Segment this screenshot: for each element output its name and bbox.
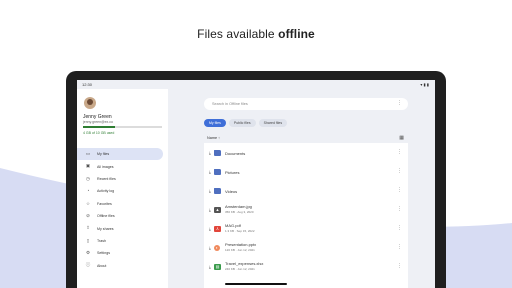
list-header: Name ↑ ▦ (204, 133, 408, 143)
offline-pin-icon: ⤓ (209, 245, 211, 250)
sidebar-item-offline-files[interactable]: ⊘ Offline files (77, 210, 163, 222)
folder-icon (214, 168, 221, 175)
offline-pin-icon: ⤓ (209, 226, 211, 231)
storage-fill (83, 126, 115, 128)
info-icon: ⓘ (85, 262, 91, 268)
user-email: jenny.green@ex.co (83, 120, 113, 124)
xls-icon: ▤ (214, 263, 221, 270)
sidebar-item-recent-files[interactable]: ◷ Recent files (77, 173, 163, 185)
share-icon: ⇪ (86, 225, 90, 231)
status-bar: 12:30 ▾ ▮ ▮ (77, 80, 435, 89)
sidebar-item-label: All images (97, 164, 114, 169)
storage-text: 4 GB of 10 GB used (83, 131, 115, 135)
row-more-icon[interactable]: ⋮ (397, 149, 402, 155)
headline-bold: offline (278, 27, 315, 41)
filter-chips: My files Public files Shared files (204, 119, 288, 127)
image-icon: ▲ (214, 206, 221, 213)
avatar[interactable] (84, 97, 96, 109)
sidebar-item-about[interactable]: ⓘ About (77, 260, 163, 272)
sort-button[interactable]: Name ↑ (207, 136, 220, 140)
sidebar-item-all-images[interactable]: ▣ All images (77, 160, 163, 172)
ppt-icon: ◐ (214, 244, 220, 251)
sidebar: Jenny Green jenny.green@ex.co 4 GB of 10… (77, 89, 168, 288)
folder-icon (214, 149, 221, 156)
sidebar-item-label: Favorites (97, 201, 112, 206)
file-name: Travel_expenses.xlsx (225, 261, 264, 266)
file-row[interactable]: ⤓ ▲ Amsterdam.jpg 356 KB · Aug 3, 2020 ⋮ (204, 200, 408, 219)
file-row[interactable]: ⤓ Videos ⋮ (204, 181, 408, 200)
sidebar-item-my-files[interactable]: ▭ My files (77, 148, 163, 161)
folder-icon: ▭ (85, 150, 91, 156)
row-more-icon[interactable]: ⋮ (397, 206, 402, 212)
recent-icon: ◷ (86, 175, 90, 181)
row-more-icon[interactable]: ⋮ (397, 225, 402, 231)
offline-pin-icon: ⤓ (209, 264, 211, 269)
file-row[interactable]: ⤓ Documents ⋮ (204, 143, 408, 162)
chip-public-files[interactable]: Public files (228, 119, 256, 127)
file-meta: 1.3 KB · Sep 15, 2022 (225, 229, 255, 233)
home-indicator (225, 283, 287, 285)
app-screen: 12:30 ▾ ▮ ▮ Jenny Green jenny.green@ex.c… (77, 80, 435, 288)
sidebar-item-activity-log[interactable]: ◔ Activity log (77, 185, 163, 197)
image-icon: ▣ (85, 163, 91, 169)
sidebar-item-label: Recent files (97, 176, 116, 181)
pdf-icon: ⅄ (214, 225, 221, 232)
search-placeholder: Search in Offline files (212, 102, 248, 106)
file-row[interactable]: ⤓ ▤ Travel_expenses.xlsx 240 KB · Jun 12, 2… (204, 257, 408, 276)
status-icons: ▾ ▮ ▮ (420, 82, 429, 87)
file-row[interactable]: ⤓ Pictures ⋮ (204, 162, 408, 181)
file-row[interactable]: ⤓ ⅄ MAG.pdf 1.3 KB · Sep 15, 2022 ⋮ (204, 219, 408, 238)
offline-pin-icon: ⤓ (209, 169, 211, 174)
chip-shared-files[interactable]: Shared files (258, 119, 288, 127)
search-bar[interactable]: Search in Offline files ⋮ (204, 98, 408, 110)
file-list: ⤓ Documents ⋮ ⤓ Pictures ⋮ ⤓ Videos ⋮ ⤓ ▲ Amsterdam… (204, 143, 408, 288)
file-name: Amsterdam.jpg (225, 204, 252, 209)
headline-prefix: Files available (197, 27, 275, 41)
file-name: Videos (225, 188, 238, 194)
sidebar-item-settings[interactable]: ⚙ Settings (77, 247, 163, 259)
offline-icon: ⊘ (86, 212, 90, 218)
sidebar-item-favorites[interactable]: ☆ Favorites (77, 198, 163, 210)
offline-pin-icon: ⤓ (209, 188, 211, 193)
sidebar-item-my-shares[interactable]: ⇪ My shares (77, 222, 163, 234)
gear-icon: ⚙ (85, 250, 91, 256)
sidebar-item-trash[interactable]: ▯ Trash (77, 235, 163, 247)
sidebar-item-label: Offline files (97, 214, 115, 219)
file-row[interactable]: ⤓ ◐ Presentation.pptx 120 KB · Jun 12, 2021… (204, 238, 408, 257)
file-name: Documents (225, 150, 246, 156)
file-name: MAG.pdf (225, 223, 241, 228)
file-name: Pictures (225, 169, 240, 175)
sidebar-item-label: About (97, 263, 107, 268)
headline: Files available offline (0, 27, 512, 41)
file-meta: 240 KB · Jun 12, 2021 (225, 267, 255, 271)
file-meta: 356 KB · Aug 3, 2020 (225, 210, 254, 214)
sidebar-item-label: Activity log (97, 189, 115, 194)
row-more-icon[interactable]: ⋮ (397, 263, 402, 269)
file-meta: 120 KB · Jun 12, 2021 (225, 248, 255, 252)
storage-bar (83, 126, 162, 128)
more-options-icon[interactable]: ⋮ (397, 100, 402, 106)
row-more-icon[interactable]: ⋮ (397, 187, 402, 193)
sidebar-item-label: My shares (97, 226, 114, 231)
main-content: Search in Offline files ⋮ My files Public… (168, 89, 435, 288)
row-more-icon[interactable]: ⋮ (397, 244, 402, 250)
row-more-icon[interactable]: ⋮ (397, 168, 402, 174)
grid-view-icon[interactable]: ▦ (399, 135, 404, 141)
folder-icon (214, 187, 221, 194)
sidebar-item-label: My files (97, 152, 110, 157)
star-icon: ☆ (85, 200, 91, 206)
activity-icon: ◔ (86, 188, 90, 194)
sidebar-item-label: Trash (97, 238, 107, 243)
sidebar-nav: ▭ My files ▣ All images ◷ Recent files ◔ Activi… (77, 148, 168, 272)
chip-my-files[interactable]: My files (204, 119, 226, 127)
file-name: Presentation.pptx (225, 242, 257, 247)
offline-pin-icon: ⤓ (209, 150, 211, 155)
trash-icon: ▯ (86, 237, 90, 243)
status-time: 12:30 (82, 82, 93, 87)
sidebar-item-label: Settings (97, 251, 110, 256)
offline-pin-icon: ⤓ (209, 207, 211, 212)
